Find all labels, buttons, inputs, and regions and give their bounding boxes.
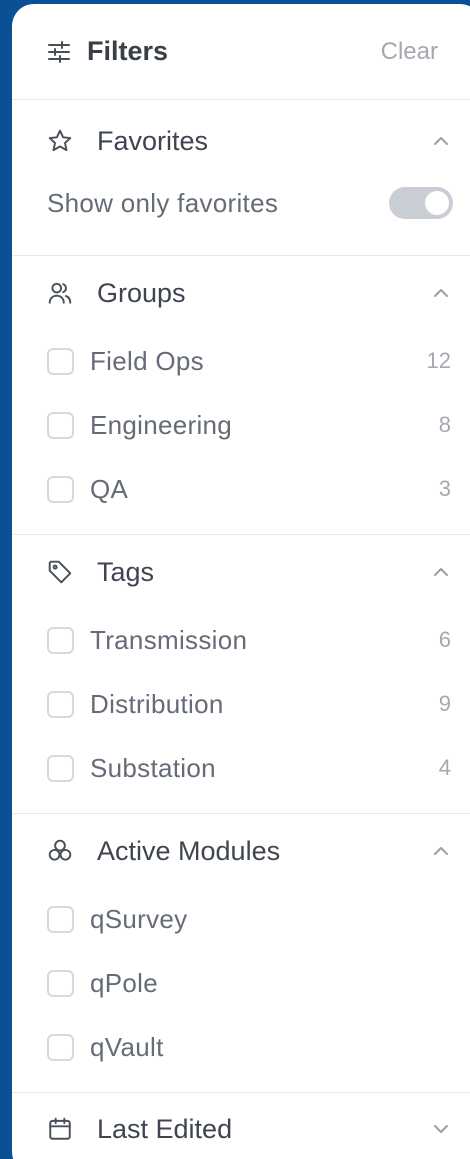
option-count: 8: [438, 412, 451, 437]
list-item[interactable]: QA 3: [12, 457, 470, 521]
favorites-toggle-row: Show only favorites: [12, 179, 470, 227]
option-label: qPole: [90, 967, 158, 998]
checkbox[interactable]: [47, 347, 74, 375]
calendar-icon: [47, 1116, 73, 1142]
checkbox[interactable]: [47, 411, 74, 439]
users-icon: [47, 280, 73, 306]
option-label: Distribution: [90, 688, 224, 719]
option-count: 9: [438, 691, 451, 716]
option-count: 3: [438, 476, 451, 501]
tags-section: Tags Transmission 6 Distribution 9 Subst…: [12, 535, 470, 814]
list-item[interactable]: Transmission 6: [12, 608, 470, 672]
groups-section-header[interactable]: Groups: [12, 256, 470, 329]
last-edited-section-header[interactable]: Last Edited: [12, 1093, 470, 1159]
list-item[interactable]: qSurvey: [12, 887, 470, 951]
groups-title: Groups: [97, 277, 186, 308]
chevron-up-icon[interactable]: [432, 135, 450, 147]
option-label: Transmission: [90, 624, 248, 655]
checkbox[interactable]: [47, 1033, 74, 1061]
tags-title: Tags: [97, 556, 155, 587]
option-count: 12: [426, 348, 451, 373]
last-edited-section: Last Edited: [12, 1093, 470, 1159]
filters-header: Filters Clear: [12, 4, 470, 100]
filters-panel: Filters Clear Favorites Show only favori…: [12, 4, 470, 1159]
checkbox[interactable]: [47, 626, 74, 654]
list-item[interactable]: qVault: [12, 1015, 470, 1079]
active-modules-section-header[interactable]: Active Modules: [12, 814, 470, 887]
checkbox[interactable]: [47, 475, 74, 503]
option-count: 4: [438, 755, 451, 780]
option-label: Engineering: [90, 409, 233, 440]
checkbox[interactable]: [47, 969, 74, 997]
option-label: Field Ops: [90, 345, 204, 376]
favorites-toggle[interactable]: [389, 187, 453, 219]
last-edited-title: Last Edited: [97, 1113, 233, 1144]
list-item[interactable]: Substation 4: [12, 736, 470, 800]
groups-section: Groups Field Ops 12 Engineering 8 QA 3: [12, 256, 470, 535]
toggle-knob: [425, 191, 449, 215]
list-item[interactable]: Field Ops 12: [12, 329, 470, 393]
chevron-down-icon[interactable]: [432, 1123, 450, 1135]
tags-section-header[interactable]: Tags: [12, 535, 470, 608]
modules-icon: [47, 838, 73, 864]
favorites-section: Favorites Show only favorites: [12, 100, 470, 256]
clear-button[interactable]: Clear: [381, 38, 438, 66]
option-label: QA: [90, 473, 129, 504]
show-only-favorites-label: Show only favorites: [47, 187, 279, 218]
option-label: qVault: [90, 1031, 164, 1062]
star-icon: [47, 128, 73, 154]
chevron-up-icon[interactable]: [432, 845, 450, 857]
list-item[interactable]: Engineering 8: [12, 393, 470, 457]
active-modules-section: Active Modules qSurvey qPole qVault: [12, 814, 470, 1093]
favorites-section-header[interactable]: Favorites: [12, 100, 470, 179]
option-label: qSurvey: [90, 903, 188, 934]
list-item[interactable]: qPole: [12, 951, 470, 1015]
chevron-up-icon[interactable]: [432, 566, 450, 578]
favorites-title: Favorites: [97, 125, 209, 156]
sliders-icon: [47, 40, 71, 63]
option-count: 6: [438, 627, 451, 652]
tag-icon: [47, 559, 73, 585]
chevron-up-icon[interactable]: [432, 287, 450, 299]
list-item[interactable]: Distribution 9: [12, 672, 470, 736]
option-label: Substation: [90, 752, 216, 783]
checkbox[interactable]: [47, 754, 74, 782]
filters-title: Filters: [87, 36, 169, 66]
checkbox[interactable]: [47, 905, 74, 933]
checkbox[interactable]: [47, 690, 74, 718]
active-modules-title: Active Modules: [97, 835, 281, 866]
